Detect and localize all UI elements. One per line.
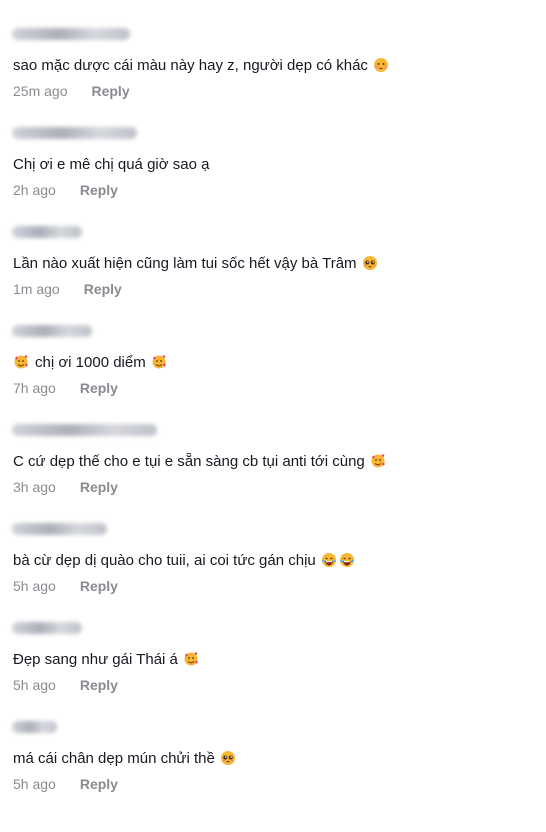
comment-text: sao mặc dược cái màu này hay z, người dẹ… [13, 56, 389, 76]
timestamp: 5h ago [13, 578, 56, 594]
comment-meta: 25m ago Reply [13, 82, 130, 100]
timestamp: 1m ago [13, 281, 60, 297]
smiling-face-with-hearts-emoji-icon [151, 354, 167, 370]
comment-item: chị ơi 1000 diểm 7h ago Reply [0, 325, 546, 436]
comment-body: Đẹp sang như gái Thái á [13, 651, 178, 668]
comment-text: chị ơi 1000 diểm [13, 353, 167, 373]
reply-button[interactable]: Reply [80, 776, 118, 792]
laughing-face-emoji-icon [339, 552, 355, 568]
blurred-username[interactable] [12, 28, 130, 40]
timestamp: 25m ago [13, 83, 68, 99]
reply-button[interactable]: Reply [80, 182, 118, 198]
blurred-username[interactable] [12, 622, 82, 634]
timestamp: 5h ago [13, 776, 56, 792]
comment-meta: 1m ago Reply [13, 280, 122, 298]
comment-body: bà cừ dẹp dị quào cho tuii, ai coi tức g… [13, 552, 316, 569]
reply-button[interactable]: Reply [91, 83, 129, 99]
comment-meta: 5h ago Reply [13, 676, 118, 694]
reply-button[interactable]: Reply [84, 281, 122, 297]
smiling-face-with-hearts-emoji-icon [183, 651, 199, 667]
pleading-face-emoji-icon [362, 255, 378, 271]
pleading-face-emoji-icon [220, 750, 236, 766]
blurred-username[interactable] [12, 523, 107, 535]
comment-item: Chị ơi e mê chị quá giờ sao ạ 2h ago Reply [0, 127, 546, 238]
comment-item: Đẹp sang như gái Thái á 5h ago Reply [0, 622, 546, 733]
comment-item: sao mặc dược cái màu này hay z, người dẹ… [0, 28, 546, 139]
smiling-face-with-hearts-emoji-icon [370, 453, 386, 469]
blurred-username[interactable] [12, 226, 82, 238]
blurred-username[interactable] [12, 721, 57, 733]
comment-body: C cứ dẹp thế cho e tụi e sẵn sàng cb tụi… [13, 453, 365, 470]
comment-meta: 3h ago Reply [13, 478, 118, 496]
blurred-username[interactable] [12, 127, 137, 139]
comment-meta: 5h ago Reply [13, 775, 118, 793]
blurred-username[interactable] [12, 424, 157, 436]
comment-body: chị ơi 1000 diểm [35, 354, 146, 371]
comment-text: má cái chân dẹp mún chửi thề [13, 749, 236, 769]
timestamp: 7h ago [13, 380, 56, 396]
comment-text: C cứ dẹp thế cho e tụi e sẵn sàng cb tụi… [13, 452, 386, 472]
timestamp: 3h ago [13, 479, 56, 495]
timestamp: 5h ago [13, 677, 56, 693]
comment-text: bà cừ dẹp dị quào cho tuii, ai coi tức g… [13, 551, 355, 571]
comment-body: Lần nào xuất hiện cũng làm tui sốc hết v… [13, 255, 357, 272]
reply-button[interactable]: Reply [80, 479, 118, 495]
comment-body: sao mặc dược cái màu này hay z, người dẹ… [13, 57, 368, 74]
smiling-face-with-hearts-emoji-icon [13, 354, 29, 370]
reply-button[interactable]: Reply [80, 578, 118, 594]
comment-meta: 2h ago Reply [13, 181, 118, 199]
comment-item: má cái chân dẹp mún chửi thề 5h ago Reply [0, 721, 546, 832]
comment-item: C cứ dẹp thế cho e tụi e sẵn sàng cb tụi… [0, 424, 546, 535]
comment-item: Lần nào xuất hiện cũng làm tui sốc hết v… [0, 226, 546, 337]
comment-body: má cái chân dẹp mún chửi thề [13, 750, 215, 767]
comment-item: bà cừ dẹp dị quào cho tuii, ai coi tức g… [0, 523, 546, 634]
comment-meta: 7h ago Reply [13, 379, 118, 397]
comment-body: Chị ơi e mê chị quá giờ sao ạ [13, 156, 210, 173]
timestamp: 2h ago [13, 182, 56, 198]
reply-button[interactable]: Reply [80, 380, 118, 396]
reply-button[interactable]: Reply [80, 677, 118, 693]
comment-text: Chị ơi e mê chị quá giờ sao ạ [13, 155, 209, 175]
comment-text: Lần nào xuất hiện cũng làm tui sốc hết v… [13, 254, 378, 274]
shy-face-emoji-icon [373, 57, 389, 73]
comment-meta: 5h ago Reply [13, 577, 118, 595]
laughing-face-emoji-icon [321, 552, 337, 568]
comment-text: Đẹp sang như gái Thái á [13, 650, 199, 670]
blurred-username[interactable] [12, 325, 92, 337]
